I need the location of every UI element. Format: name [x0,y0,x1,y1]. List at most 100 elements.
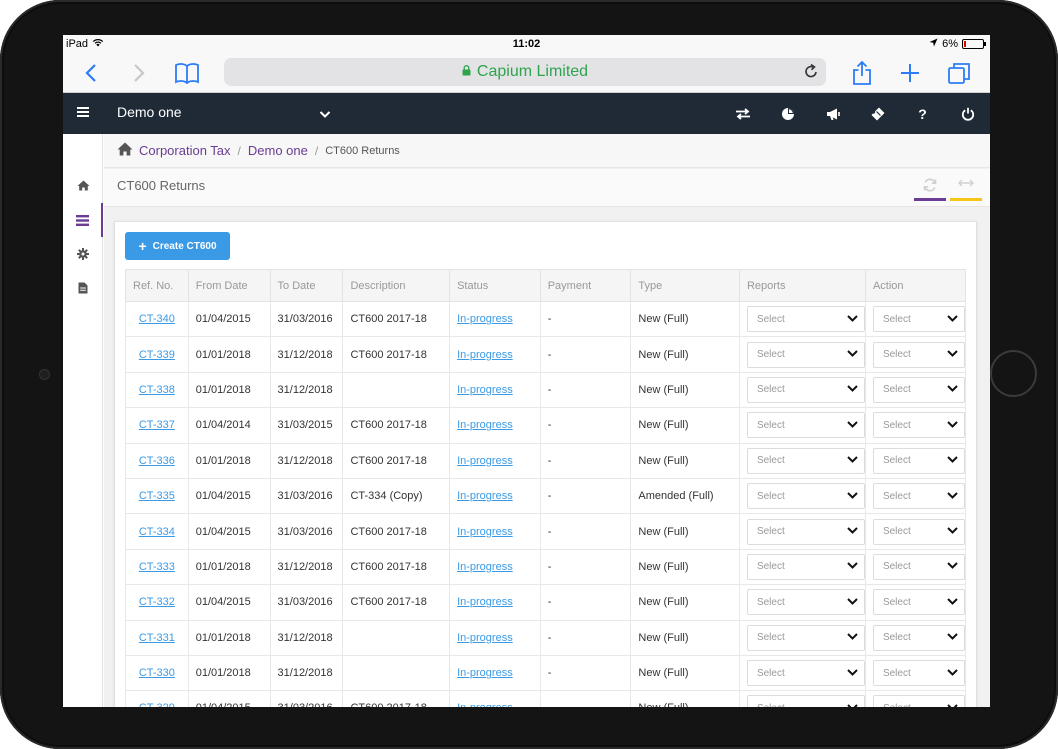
reports-select[interactable]: Select [746,695,865,707]
refresh-icon[interactable] [914,178,946,201]
back-icon[interactable] [81,59,101,87]
status-link[interactable]: In-progress [457,667,513,679]
action-select[interactable]: Select [872,518,965,545]
reports-select[interactable]: Select [746,483,865,510]
sidebar-item-returns[interactable] [63,203,103,237]
reports-select[interactable]: Select [746,553,865,580]
action-select[interactable]: Select [872,624,965,651]
reports-cell: Select [738,300,866,338]
chevron-down-icon[interactable] [319,106,331,124]
ref-cell: CT-330 [125,654,189,692]
column-header[interactable]: Ref. No. [125,269,189,302]
breadcrumb-corporation-tax[interactable]: Corporation Tax [139,143,231,158]
sidebar-item-home[interactable] [63,168,103,202]
ref-link[interactable]: CT-329 [139,702,175,707]
action-select[interactable]: Select [872,306,965,333]
accent-bar [914,198,946,201]
status-link[interactable]: In-progress [457,561,513,573]
column-header[interactable]: Action [864,269,967,302]
address-bar[interactable]: Capium Limited [224,58,826,86]
ref-link[interactable]: CT-332 [139,596,175,608]
ref-link[interactable]: CT-337 [139,419,175,431]
reports-select[interactable]: Select [746,589,865,616]
chevron-down-icon [847,632,858,643]
ref-link[interactable]: CT-334 [139,526,175,538]
reports-select[interactable]: Select [746,518,865,545]
ref-link[interactable]: CT-340 [139,313,175,325]
expand-icon[interactable] [950,178,982,201]
status-link[interactable]: In-progress [457,455,513,467]
action-select[interactable]: Select [872,589,965,616]
column-header[interactable]: Description [342,269,451,302]
from-date-cell: 01/01/2018 [187,442,271,479]
payment-cell: - [539,477,632,515]
status-link[interactable]: In-progress [457,490,513,502]
home-button[interactable] [990,350,1037,397]
ref-link[interactable]: CT-335 [139,490,175,502]
reports-select[interactable]: Select [746,376,865,403]
reports-select[interactable]: Select [746,306,865,333]
to-date-cell: 31/12/2018 [269,442,344,479]
reload-icon[interactable] [804,63,818,84]
action-cell: Select [864,513,967,550]
home-icon[interactable] [117,142,133,159]
share-icon[interactable] [850,59,874,87]
reports-cell: Select [738,619,866,656]
ref-link[interactable]: CT-336 [139,455,175,467]
status-link[interactable]: In-progress [457,526,513,538]
column-header[interactable]: To Date [269,269,344,302]
column-header[interactable]: Payment [539,269,632,302]
breadcrumb-client[interactable]: Demo one [248,143,308,158]
switch-arrows-icon[interactable] [720,93,765,134]
select-placeholder: Select [882,632,911,644]
status-link[interactable]: In-progress [457,313,513,325]
forward-icon[interactable] [129,59,149,87]
reports-select[interactable]: Select [746,412,865,439]
action-select[interactable]: Select [872,695,965,707]
action-select[interactable]: Select [872,376,965,403]
ref-link[interactable]: CT-333 [139,561,175,573]
pie-chart-icon[interactable] [765,93,810,134]
status-link[interactable]: In-progress [457,596,513,608]
type-cell: New (Full) [630,300,740,338]
column-header[interactable]: From Date [187,269,271,302]
reports-select[interactable]: Select [746,447,865,474]
create-ct600-button[interactable]: + Create CT600 [125,232,230,260]
company-selector[interactable]: Demo one [117,104,182,120]
hamburger-menu-icon[interactable] [77,105,89,123]
action-select[interactable]: Select [872,483,965,510]
ticket-icon[interactable] [855,93,900,134]
tabs-icon[interactable] [946,59,972,87]
new-tab-icon[interactable] [897,59,923,87]
ref-link[interactable]: CT-330 [139,667,175,679]
action-select[interactable]: Select [872,553,965,580]
status-link[interactable]: In-progress [457,702,513,707]
reports-cell: Select [738,371,866,409]
select-placeholder: Select [756,384,785,396]
power-icon[interactable] [945,93,990,134]
action-select[interactable]: Select [872,447,965,474]
action-select[interactable]: Select [872,660,965,687]
bookmarks-icon[interactable] [173,59,201,87]
reports-select[interactable]: Select [746,660,865,687]
column-header[interactable]: Reports [738,269,866,302]
reports-cell: Select [738,442,866,479]
column-header[interactable]: Status [449,269,541,302]
ref-link[interactable]: CT-338 [139,384,175,396]
type-cell: New (Full) [630,371,740,409]
action-select[interactable]: Select [872,412,965,439]
sidebar-item-settings[interactable] [63,237,103,271]
status-link[interactable]: In-progress [457,419,513,431]
column-header[interactable]: Type [630,269,740,302]
sidebar-item-documents[interactable] [63,271,103,305]
reports-select[interactable]: Select [746,341,865,368]
ref-link[interactable]: CT-339 [139,349,175,361]
megaphone-icon[interactable] [810,93,855,134]
status-link[interactable]: In-progress [457,349,513,361]
ref-link[interactable]: CT-331 [139,632,175,644]
status-link[interactable]: In-progress [457,632,513,644]
status-link[interactable]: In-progress [457,384,513,396]
action-select[interactable]: Select [872,341,965,368]
reports-select[interactable]: Select [746,624,865,651]
help-icon[interactable]: ? [900,93,945,134]
